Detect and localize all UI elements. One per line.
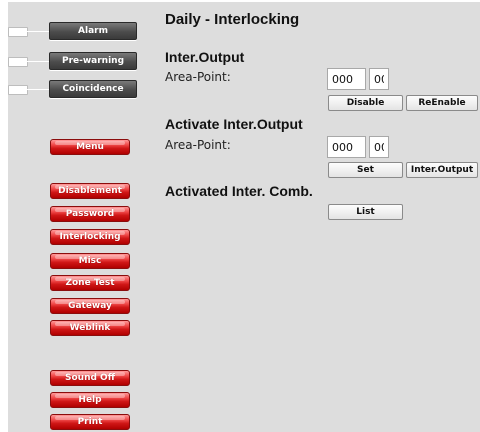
indicator-connector [27,61,49,62]
nav-zone-test-button[interactable]: Zone Test [50,275,130,291]
activate-inter-output-heading: Activate Inter.Output [165,116,303,132]
inter-output-heading: Inter.Output [165,49,245,65]
page-title: Daily - Interlocking [165,11,300,28]
coincidence-led-icon [8,85,28,95]
print-button[interactable]: Print [50,414,130,430]
indicator-connector [27,31,49,32]
activate-point-input[interactable] [369,136,389,158]
nav-disablement-button[interactable]: Disablement [50,183,130,199]
activate-area-input[interactable] [327,136,366,158]
prewarning-button[interactable]: Pre-warning [49,52,137,70]
area-point-label: Area-Point: [165,70,231,84]
nav-interlocking-button[interactable]: Interlocking [50,229,130,245]
alarm-led-icon [8,27,28,37]
prewarning-led-icon [8,57,28,67]
disable-button[interactable]: Disable [328,95,403,111]
alarm-button[interactable]: Alarm [49,22,137,40]
nav-weblink-button[interactable]: Weblink [50,320,130,336]
set-button[interactable]: Set [328,162,403,178]
nav-gateway-button[interactable]: Gateway [50,298,130,314]
menu-button[interactable]: Menu [50,139,130,155]
point-input[interactable] [369,68,389,90]
nav-password-button[interactable]: Password [50,206,130,222]
coincidence-button[interactable]: Coincidence [49,80,137,98]
help-button[interactable]: Help [50,392,130,408]
activated-inter-comb-heading: Activated Inter. Comb. [165,183,313,199]
sound-off-button[interactable]: Sound Off [50,370,130,386]
nav-misc-button[interactable]: Misc [50,253,130,269]
inter-output-button[interactable]: Inter.Output [406,162,478,178]
indicator-connector [27,89,49,90]
list-button[interactable]: List [328,204,403,220]
reenable-button[interactable]: ReEnable [406,95,478,111]
area-point-label: Area-Point: [165,138,231,152]
area-input[interactable] [327,68,366,90]
